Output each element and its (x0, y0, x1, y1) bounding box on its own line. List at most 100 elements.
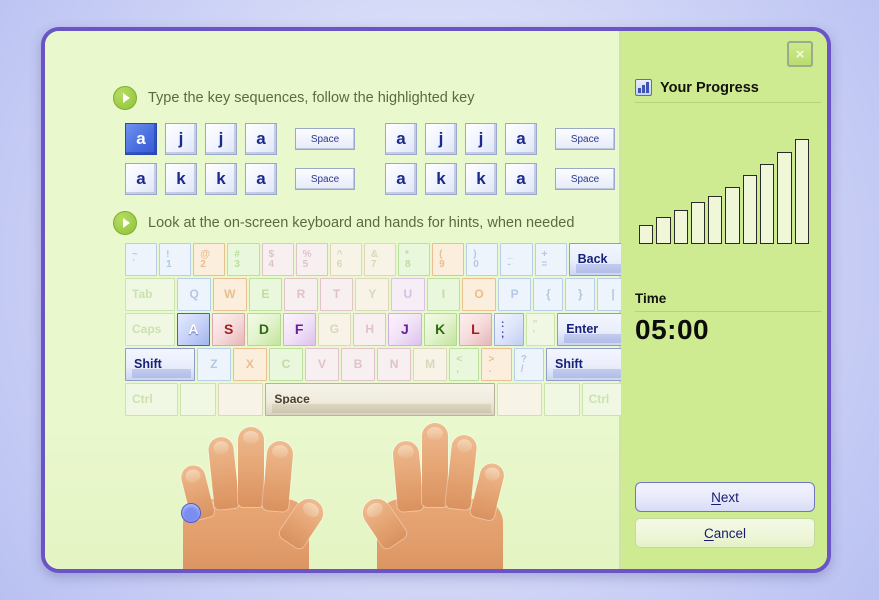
sequence-tile[interactable]: a (125, 163, 157, 195)
keyboard-key-q[interactable]: Q (177, 278, 211, 311)
keyboard-key-blank[interactable]: ~ ` (125, 243, 158, 276)
keyboard-key-shift[interactable]: Shift (125, 348, 195, 381)
keyboard-key-blank[interactable]: >. (481, 348, 512, 381)
key-sequence-row: a j j a Space (385, 123, 615, 155)
keyboard-key-7[interactable]: & 7 (363, 243, 396, 276)
keyboard-key-blank[interactable]: " ' (525, 313, 556, 346)
keyboard-key-o[interactable]: O (462, 278, 496, 311)
key-label: " ' (532, 318, 538, 340)
keyboard-key-f[interactable]: F (282, 313, 316, 346)
sequence-space-tile[interactable]: Space (555, 128, 615, 150)
progress-bar (760, 164, 775, 244)
keyboard-key-blank[interactable] (496, 383, 542, 416)
time-value: 05:00 (635, 314, 710, 345)
sequence-space-tile[interactable]: Space (555, 168, 615, 190)
sequence-tile[interactable]: k (165, 163, 197, 195)
sequence-tile[interactable]: j (465, 123, 497, 155)
key-label: K (435, 321, 446, 338)
sequence-space-tile[interactable]: Space (295, 168, 355, 190)
keyboard-key-tab[interactable]: Tab (125, 278, 176, 311)
keyboard-key-k[interactable]: K (423, 313, 457, 346)
cancel-rest-letters: ancel (713, 525, 747, 541)
keyboard-key-shift[interactable]: Shift (545, 348, 630, 381)
key-label: :; (501, 318, 505, 340)
keyboard-key-e[interactable]: E (248, 278, 283, 311)
keyboard-key-g[interactable]: G (317, 313, 352, 346)
lesson-pane: Type the key sequences, follow the highl… (45, 31, 630, 569)
progress-title: Your Progress (660, 79, 759, 96)
keyboard-key-y[interactable]: Y (355, 278, 389, 311)
keyboard-key-caps[interactable]: Caps (125, 313, 175, 346)
keyboard-key-l[interactable]: L (458, 313, 493, 346)
keyboard-key-blank[interactable] (180, 383, 216, 416)
keyboard-key-v[interactable]: V (305, 348, 340, 381)
keyboard-key-blank[interactable]: <, (449, 348, 480, 381)
keyboard-key-space[interactable]: Space (265, 383, 495, 416)
sequence-tile[interactable]: j (425, 123, 457, 155)
key-label: F (294, 321, 304, 338)
keyboard-key-blank[interactable] (544, 383, 580, 416)
keyboard-key-b[interactable]: B (341, 348, 376, 381)
keyboard-key-1[interactable]: ! 1 (159, 243, 192, 276)
keyboard-key-3[interactable]: #3 (227, 243, 260, 276)
keyboard-key-blank[interactable]: { (533, 278, 564, 311)
keyboard-key-h[interactable]: H (353, 313, 387, 346)
keyboard-key-m[interactable]: M (413, 348, 448, 381)
keyboard-key-j[interactable]: J (388, 313, 422, 346)
sequence-tile[interactable]: k (205, 163, 237, 195)
keyboard-key-blank[interactable]: ? / (513, 348, 544, 381)
keyboard-key-5[interactable]: % 5 (295, 243, 328, 276)
keyboard-key-p[interactable]: P (497, 278, 532, 311)
key-label: } (577, 287, 583, 302)
keyboard-key-enter[interactable]: Enter (557, 313, 630, 346)
time-label: Time (635, 291, 821, 312)
key-label: N (389, 357, 399, 372)
sequence-tile[interactable]: a (505, 163, 537, 195)
sequence-tile[interactable]: a (245, 163, 277, 195)
next-button[interactable]: Next (635, 482, 815, 512)
sequence-tile[interactable]: k (465, 163, 497, 195)
hands-illustration (163, 423, 523, 569)
keyboard-key-u[interactable]: U (391, 278, 425, 311)
keyboard-key-n[interactable]: N (377, 348, 412, 381)
sequence-tile[interactable]: a (385, 123, 417, 155)
key-label: ^ 6 (336, 248, 343, 270)
keyboard-key-4[interactable]: $4 (261, 243, 294, 276)
keyboard-key-z[interactable]: Z (196, 348, 231, 381)
keyboard-key-0[interactable]: ) 0 (466, 243, 499, 276)
key-label: ! 1 (166, 248, 172, 270)
sequence-tile[interactable]: a (505, 123, 537, 155)
keyboard-key-blank[interactable] (217, 383, 264, 416)
keyboard-row: Caps A S D F G H J K L:; " ' Enter (125, 313, 631, 346)
keyboard-key-blank[interactable]: } (565, 278, 596, 311)
keyboard-key-d[interactable]: D (247, 313, 281, 346)
keyboard-key-blank[interactable]: :; (494, 313, 524, 346)
keyboard-key-blank[interactable]: + = (534, 243, 567, 276)
keyboard-key-ctrl[interactable]: Ctrl (125, 383, 179, 416)
keyboard-key-blank[interactable]: _ - (500, 243, 533, 276)
sequence-space-tile[interactable]: Space (295, 128, 355, 150)
keyboard-key-i[interactable]: I (426, 278, 461, 311)
keyboard-key-9[interactable]: (9 (432, 243, 465, 276)
on-screen-keyboard[interactable]: ~ ` ! 1 @2 #3 $4 % 5 ^ 6 & 7 * 8 (9) 0 _ - + = Back Tab Q W E R T Y U… (125, 243, 631, 418)
keyboard-key-2[interactable]: @2 (193, 243, 226, 276)
sequence-tile[interactable]: a (125, 123, 157, 155)
keyboard-key-s[interactable]: S (212, 313, 246, 346)
keyboard-key-8[interactable]: * 8 (398, 243, 431, 276)
keyboard-key-a[interactable]: A (176, 313, 211, 346)
sequence-tile[interactable]: a (245, 123, 277, 155)
keyboard-key-c[interactable]: C (268, 348, 303, 381)
sequence-tile[interactable]: j (165, 123, 197, 155)
keyboard-key-t[interactable]: T (319, 278, 354, 311)
keyboard-key-r[interactable]: R (284, 278, 318, 311)
sequence-tile[interactable]: a (385, 163, 417, 195)
close-icon[interactable]: × (787, 41, 813, 67)
progress-bar (708, 195, 723, 244)
sequence-tile[interactable]: j (205, 123, 237, 155)
sequence-tile[interactable]: k (425, 163, 457, 195)
key-label: L (471, 321, 480, 338)
keyboard-key-x[interactable]: X (232, 348, 267, 381)
keyboard-key-6[interactable]: ^ 6 (329, 243, 362, 276)
cancel-button[interactable]: Cancel (635, 518, 815, 548)
keyboard-key-w[interactable]: W (212, 278, 247, 311)
